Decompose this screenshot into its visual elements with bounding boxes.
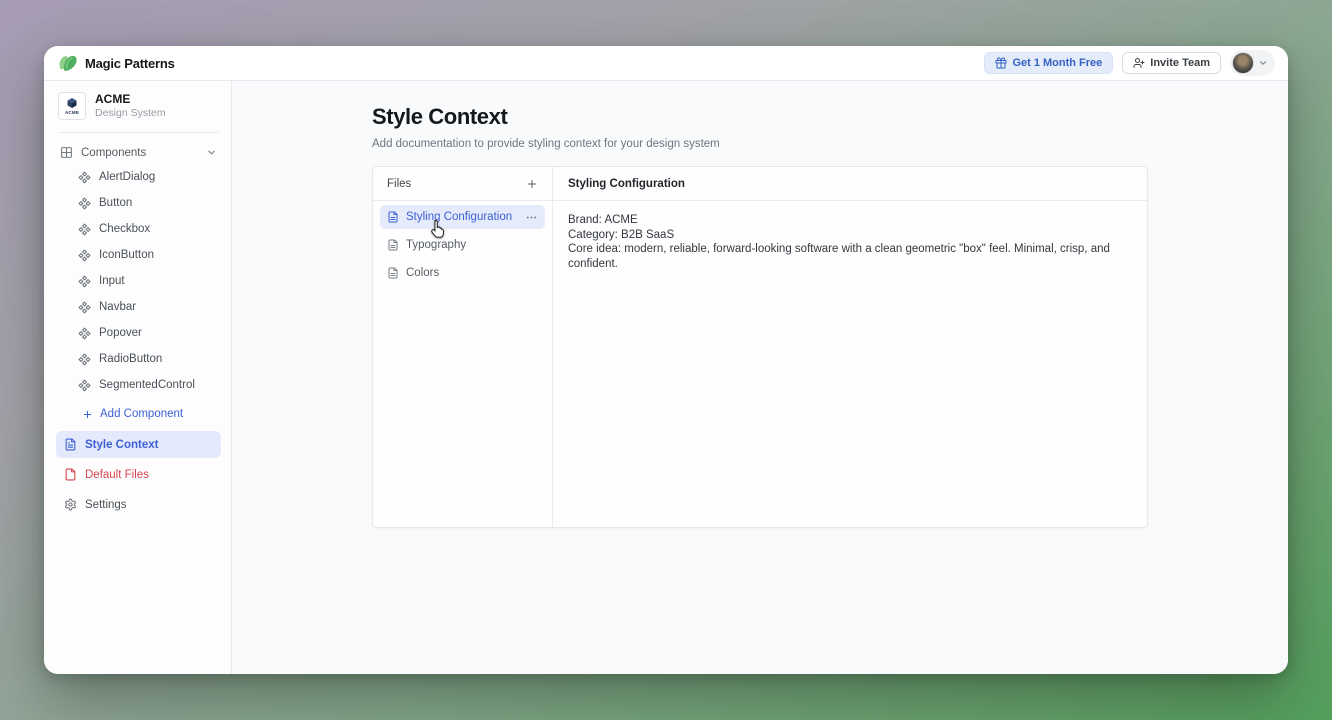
- files-header-label: Files: [387, 178, 411, 190]
- invite-team-label: Invite Team: [1150, 57, 1210, 69]
- workspace-name: ACME: [95, 93, 166, 106]
- brand-logo-group[interactable]: Magic Patterns: [57, 53, 175, 73]
- account-menu[interactable]: [1230, 50, 1275, 76]
- sidebar: ACME ACME Design System Components: [44, 81, 232, 674]
- component-icon: [78, 197, 91, 210]
- default-files-label: Default Files: [85, 469, 149, 481]
- file-item-label: Typography: [406, 239, 466, 251]
- settings-label: Settings: [85, 499, 127, 511]
- component-label: Input: [99, 275, 125, 287]
- sidebar-item-popover[interactable]: Popover: [56, 320, 221, 346]
- component-icon: [78, 301, 91, 314]
- main-content: Style Context Add documentation to provi…: [232, 81, 1288, 674]
- component-label: Button: [99, 197, 132, 209]
- component-label: IconButton: [99, 249, 154, 261]
- sidebar-item-segmentedcontrol[interactable]: SegmentedControl: [56, 372, 221, 398]
- app-body: ACME ACME Design System Components: [44, 81, 1288, 674]
- file-content-line: Brand: ACME: [568, 213, 1132, 228]
- detail-header: Styling Configuration: [553, 167, 1147, 201]
- component-label: AlertDialog: [99, 171, 155, 183]
- component-icon: [78, 275, 91, 288]
- file-icon: [64, 468, 77, 481]
- sidebar-item-iconbutton[interactable]: IconButton: [56, 242, 221, 268]
- user-avatar: [1232, 52, 1254, 74]
- sidebar-item-default-files[interactable]: Default Files: [56, 461, 221, 488]
- get-month-free-label: Get 1 Month Free: [1012, 57, 1102, 69]
- acme-workspace-logo: ACME: [58, 92, 86, 120]
- file-detail-column: Styling Configuration Brand: ACME Catego…: [553, 167, 1147, 527]
- component-icon: [78, 379, 91, 392]
- page-title: Style Context: [372, 104, 1148, 130]
- file-item-colors[interactable]: Colors: [380, 261, 545, 285]
- sidebar-item-button[interactable]: Button: [56, 190, 221, 216]
- workspace-switcher[interactable]: ACME ACME Design System: [56, 90, 221, 122]
- file-text-icon: [387, 211, 399, 223]
- page-subtitle: Add documentation to provide styling con…: [372, 138, 1148, 150]
- sidebar-item-settings[interactable]: Settings: [56, 491, 221, 518]
- app-window: Magic Patterns Get 1 Month Free: [44, 46, 1288, 674]
- file-text-icon: [64, 438, 77, 451]
- file-content-line: Category: B2B SaaS: [568, 228, 1132, 243]
- file-content-line: Core idea: modern, reliable, forward-loo…: [568, 242, 1132, 271]
- plus-icon: [82, 409, 93, 420]
- gear-icon: [64, 498, 77, 511]
- gift-icon: [995, 57, 1007, 69]
- file-item-label: Colors: [406, 267, 439, 279]
- add-component-button[interactable]: Add Component: [56, 400, 221, 428]
- components-section-toggle[interactable]: Components: [56, 141, 221, 164]
- sidebar-item-checkbox[interactable]: Checkbox: [56, 216, 221, 242]
- add-file-button[interactable]: [526, 178, 538, 190]
- magic-patterns-logo-icon: [57, 53, 78, 73]
- sidebar-item-style-context[interactable]: Style Context: [56, 431, 221, 458]
- component-icon: [78, 353, 91, 366]
- file-item-typography[interactable]: Typography: [380, 233, 545, 257]
- workspace-subtitle: Design System: [95, 107, 166, 119]
- grid-icon: [60, 146, 73, 159]
- chevron-down-icon: [206, 147, 217, 158]
- desktop-background: { "header": { "brand": "Magic Patterns",…: [0, 0, 1332, 720]
- user-plus-icon: [1133, 57, 1145, 69]
- brand-name: Magic Patterns: [85, 56, 175, 71]
- sidebar-item-input[interactable]: Input: [56, 268, 221, 294]
- acme-logo-label: ACME: [65, 110, 79, 115]
- invite-team-button[interactable]: Invite Team: [1122, 52, 1221, 74]
- component-icon: [78, 327, 91, 340]
- files-header: Files: [373, 167, 552, 201]
- sidebar-item-alertdialog[interactable]: AlertDialog: [56, 164, 221, 190]
- sidebar-divider: [58, 132, 219, 133]
- files-column: Files Styling Configuration: [373, 167, 553, 527]
- add-component-label: Add Component: [100, 408, 183, 420]
- file-item-label: Styling Configuration: [406, 211, 512, 223]
- style-context-panel: Files Styling Configuration: [372, 166, 1148, 528]
- style-context-label: Style Context: [85, 439, 159, 451]
- file-text-icon: [387, 239, 399, 251]
- component-icon: [78, 249, 91, 262]
- component-label: Popover: [99, 327, 142, 339]
- component-label: Navbar: [99, 301, 136, 313]
- sidebar-item-radiobutton[interactable]: RadioButton: [56, 346, 221, 372]
- component-icon: [78, 223, 91, 236]
- file-item-styling-configuration[interactable]: Styling Configuration: [380, 205, 545, 229]
- component-label: SegmentedControl: [99, 379, 195, 391]
- top-header: Magic Patterns Get 1 Month Free: [44, 46, 1288, 81]
- file-text-icon: [387, 267, 399, 279]
- sidebar-item-navbar[interactable]: Navbar: [56, 294, 221, 320]
- file-content[interactable]: Brand: ACME Category: B2B SaaS Core idea…: [553, 201, 1147, 283]
- component-label: Checkbox: [99, 223, 150, 235]
- file-menu-icon[interactable]: [525, 211, 538, 224]
- header-actions: Get 1 Month Free Invite Team: [984, 50, 1275, 76]
- get-month-free-button[interactable]: Get 1 Month Free: [984, 52, 1113, 74]
- components-section-label: Components: [81, 147, 146, 159]
- component-label: RadioButton: [99, 353, 162, 365]
- component-icon: [78, 171, 91, 184]
- chevron-down-icon: [1258, 58, 1268, 68]
